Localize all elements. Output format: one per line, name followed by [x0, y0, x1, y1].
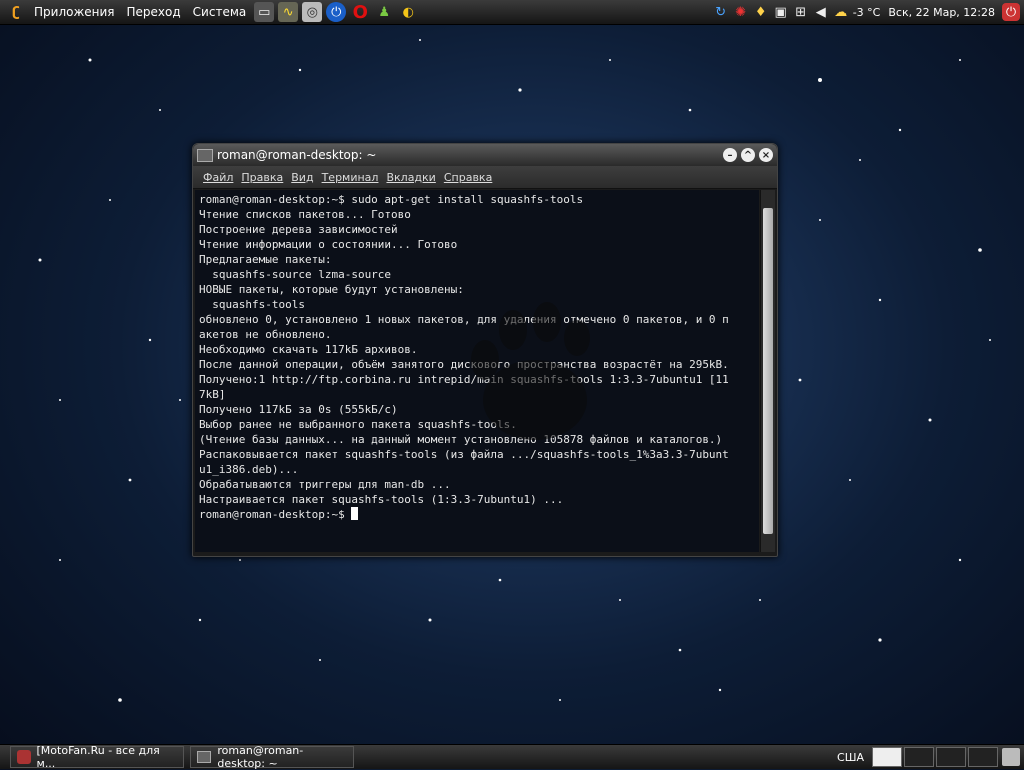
- shell-prompt: roman@roman-desktop:~$: [199, 508, 352, 521]
- clock[interactable]: Вск, 22 Мар, 12:28: [888, 6, 995, 19]
- workspace-3[interactable]: [936, 747, 966, 767]
- terminal-output[interactable]: roman@roman-desktop:~$ sudo apt-get inst…: [195, 190, 759, 552]
- gnome-paw-watermark: [471, 302, 590, 440]
- pidgin-icon[interactable]: ◐: [398, 2, 418, 22]
- taskbar-item-terminal[interactable]: roman@roman-desktop: ~: [190, 744, 354, 770]
- output-line: squashfs-source lzma-source: [199, 268, 392, 281]
- opera-browser-icon: [17, 750, 31, 764]
- output-line: Получено 117kБ за 0s (555kБ/c): [199, 403, 398, 416]
- user-icon[interactable]: ♟: [374, 2, 394, 22]
- volume-icon[interactable]: ◀: [812, 3, 830, 21]
- output-line: акетов не обновлено.: [199, 328, 332, 341]
- output-line: НОВЫЕ пакеты, которые будут установлены:: [199, 283, 464, 296]
- display-icon[interactable]: ▣: [772, 3, 790, 21]
- menu-view[interactable]: Вид: [287, 171, 317, 184]
- terminal-menubar: Файл Правка Вид Терминал Вкладки Справка: [193, 166, 777, 189]
- terminal-icon: [197, 148, 213, 162]
- window-title: roman@roman-desktop: ~: [217, 148, 377, 162]
- bottom-tray: США: [837, 747, 1024, 767]
- menu-edit[interactable]: Правка: [237, 171, 287, 184]
- menu-terminal[interactable]: Терминал: [318, 171, 383, 184]
- workspace-1[interactable]: [872, 747, 902, 767]
- weather-icon[interactable]: ☁: [832, 3, 850, 21]
- output-line: Предлагаемые пакеты:: [199, 253, 332, 266]
- power-icon[interactable]: ⏻: [326, 2, 347, 22]
- text-cursor: [351, 507, 359, 520]
- network-manager-icon[interactable]: ↻: [712, 3, 730, 21]
- workspace-2[interactable]: [904, 747, 934, 767]
- update-notifier-icon[interactable]: ✺: [732, 3, 750, 21]
- minimize-button[interactable]: –: [723, 148, 737, 162]
- taskbar-item-browser[interactable]: [MotoFan.Ru - все для м...: [10, 744, 184, 770]
- output-line: Настраивается пакет squashfs-tools (1:3.…: [199, 493, 564, 506]
- system-menu[interactable]: Система: [187, 5, 253, 19]
- system-tray: ↻ ✺ ♦ ▣ ⊞ ◀ ☁ -3 °C Вск, 22 Мар, 12:28 ⏻: [711, 0, 1024, 24]
- output-line: u1_i386.deb)...: [199, 463, 299, 476]
- taskbar-item-label: [MotoFan.Ru - все для м...: [36, 744, 160, 770]
- applications-menu[interactable]: Приложения: [28, 5, 121, 19]
- output-line: Необходимо скачать 117kБ архивов.: [199, 343, 418, 356]
- bottom-panel: [MotoFan.Ru - все для м... roman@roman-d…: [0, 744, 1024, 770]
- output-line: Чтение информации о состоянии... Готово: [199, 238, 458, 251]
- lightbulb-icon[interactable]: ♦: [752, 3, 770, 21]
- network-icon[interactable]: ⊞: [792, 3, 810, 21]
- menu-help[interactable]: Справка: [440, 171, 496, 184]
- output-line: Чтение списков пакетов... Готово: [199, 208, 411, 221]
- trash-icon[interactable]: [1002, 748, 1020, 766]
- output-line: roman@roman-desktop:~$ sudo apt-get inst…: [199, 193, 584, 206]
- gnome-foot-icon[interactable]: ʗ: [6, 2, 26, 22]
- terminal-icon: [197, 751, 212, 763]
- system-monitor-icon[interactable]: ∿: [278, 2, 299, 22]
- output-line: Обрабатываются триггеры для man-db ...: [199, 478, 451, 491]
- terminal-scrollbar[interactable]: [760, 190, 775, 552]
- keyboard-layout-indicator[interactable]: США: [837, 751, 864, 764]
- opera-browser-icon[interactable]: O: [350, 2, 370, 23]
- window-titlebar[interactable]: roman@roman-desktop: ~ – ^ ×: [193, 144, 777, 166]
- menu-tabs[interactable]: Вкладки: [382, 171, 439, 184]
- close-button[interactable]: ×: [759, 148, 773, 162]
- menu-file[interactable]: Файл: [199, 171, 237, 184]
- scrollbar-thumb[interactable]: [763, 208, 773, 534]
- weather-temperature[interactable]: -3 °C: [853, 6, 881, 19]
- output-line: Построение дерева зависимостей: [199, 223, 398, 236]
- output-line: 7kB]: [199, 388, 226, 401]
- terminal-launcher-icon[interactable]: ▭: [254, 2, 275, 22]
- terminal-window: roman@roman-desktop: ~ – ^ × Файл Правка…: [192, 143, 778, 557]
- places-menu[interactable]: Переход: [121, 5, 187, 19]
- shutdown-icon[interactable]: ⏻: [1002, 3, 1020, 21]
- maximize-button[interactable]: ^: [741, 148, 755, 162]
- workspace-4[interactable]: [968, 747, 998, 767]
- top-panel: ʗ Приложения Переход Система ▭ ∿ ◎ ⏻ O ♟…: [0, 0, 1024, 25]
- disk-utility-icon[interactable]: ◎: [302, 2, 323, 22]
- output-line: squashfs-tools: [199, 298, 305, 311]
- taskbar-item-label: roman@roman-desktop: ~: [217, 744, 304, 770]
